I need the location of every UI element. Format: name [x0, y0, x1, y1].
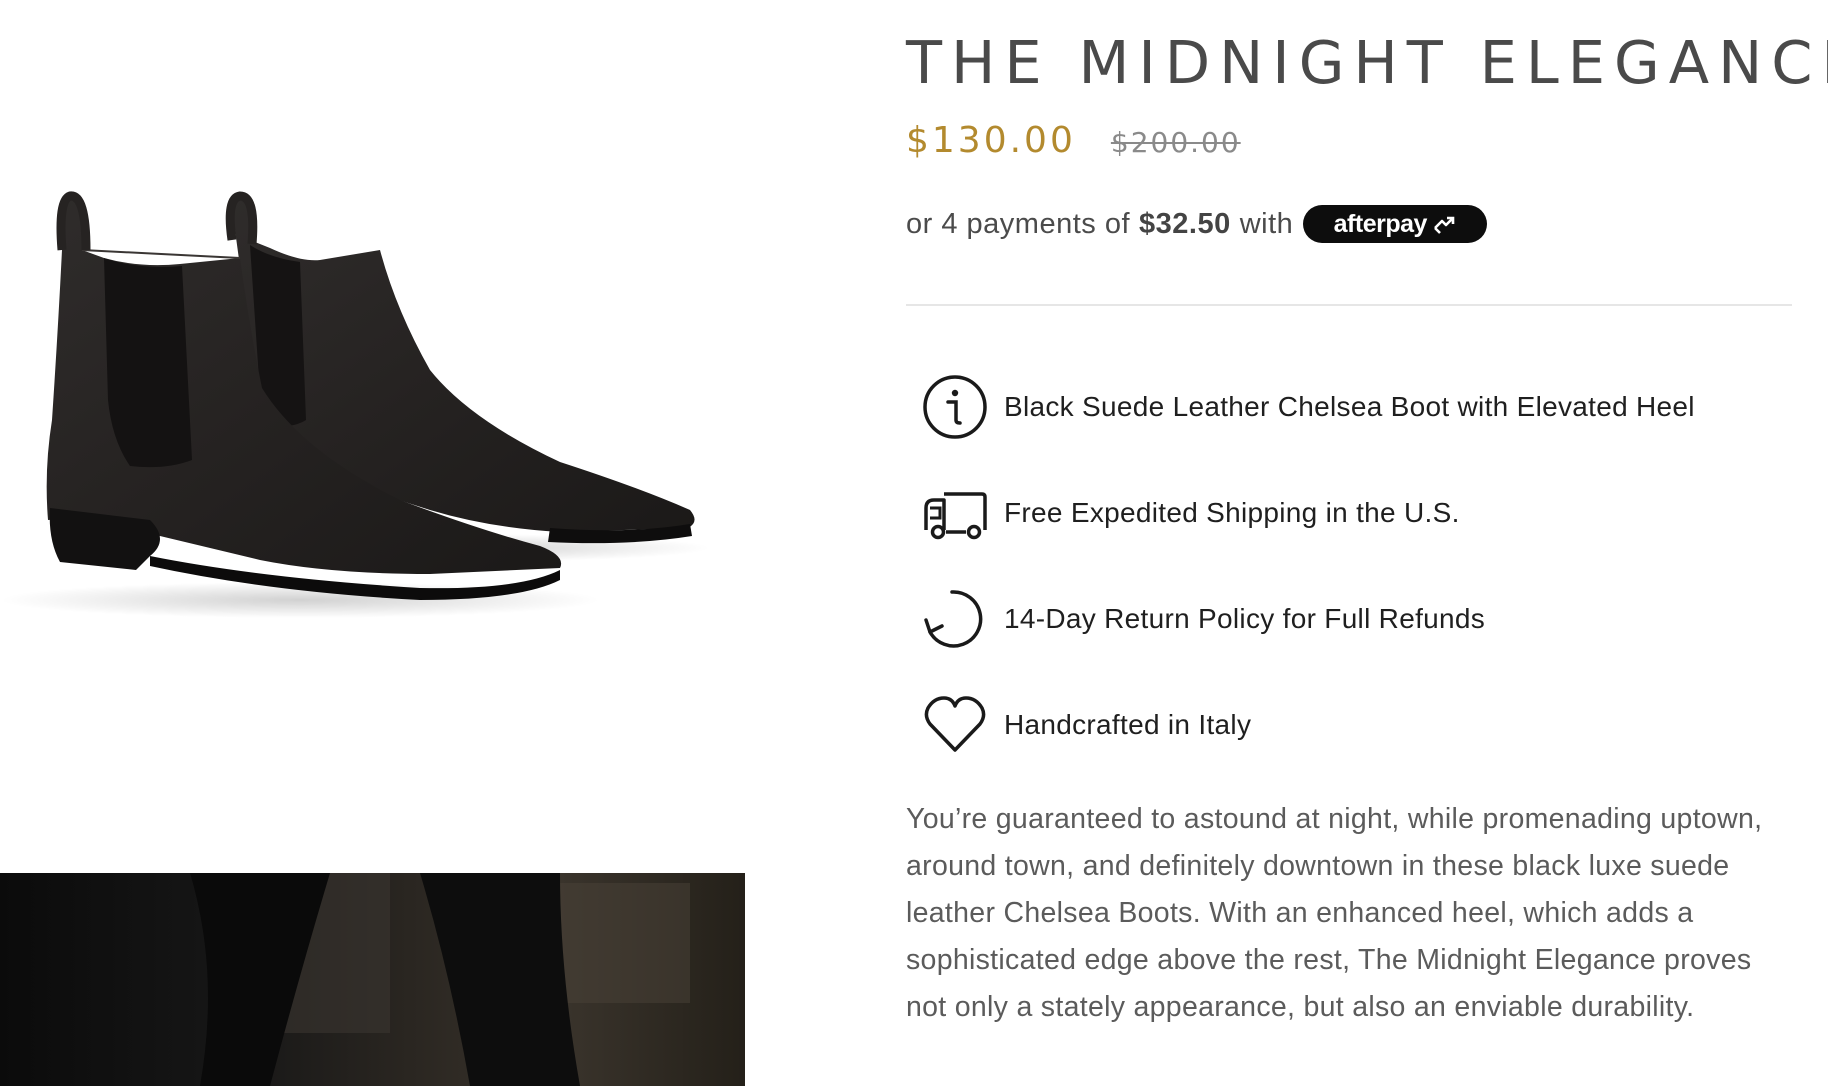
- feature-item: Black Suede Leather Chelsea Boot with El…: [922, 372, 1772, 442]
- product-description: You’re guaranteed to astound at night, w…: [906, 803, 1763, 1023]
- installments-prefix: or 4 payments of: [906, 207, 1130, 240]
- feature-item: 14-Day Return Policy for Full Refunds: [922, 584, 1772, 654]
- afterpay-badge[interactable]: afterpay: [1303, 205, 1488, 243]
- afterpay-arrows-icon: [1433, 216, 1455, 234]
- installment-amount: $32.50: [1139, 207, 1231, 240]
- installments-suffix: with: [1239, 207, 1294, 240]
- product-gallery: [0, 0, 750, 1086]
- feature-label: 14-Day Return Policy for Full Refunds: [1004, 603, 1486, 634]
- product-image-boots[interactable]: [0, 0, 750, 870]
- price-row: $130.00 $200.00: [906, 120, 1241, 170]
- return-arrow-icon: [922, 586, 988, 652]
- divider: [906, 304, 1792, 306]
- afterpay-label: afterpay: [1333, 209, 1428, 238]
- original-price: $200.00: [1110, 126, 1241, 159]
- sale-price: $130.00: [906, 120, 1076, 161]
- lifestyle-image[interactable]: [0, 873, 745, 1086]
- afterpay-installments: or 4 payments of $32.50 with afterpay: [906, 205, 1488, 243]
- feature-label: Free Expedited Shipping in the U.S.: [1004, 497, 1460, 528]
- heart-icon: [922, 692, 988, 758]
- feature-item: Free Expedited Shipping in the U.S.: [922, 478, 1772, 548]
- truck-icon: [922, 480, 988, 546]
- product-title: THE MIDNIGHT ELEGANCE: [906, 28, 1828, 97]
- feature-label: Handcrafted in Italy: [1004, 709, 1252, 740]
- info-icon: [922, 374, 988, 440]
- feature-label: Black Suede Leather Chelsea Boot with El…: [1004, 391, 1695, 422]
- feature-item: Handcrafted in Italy: [922, 690, 1772, 760]
